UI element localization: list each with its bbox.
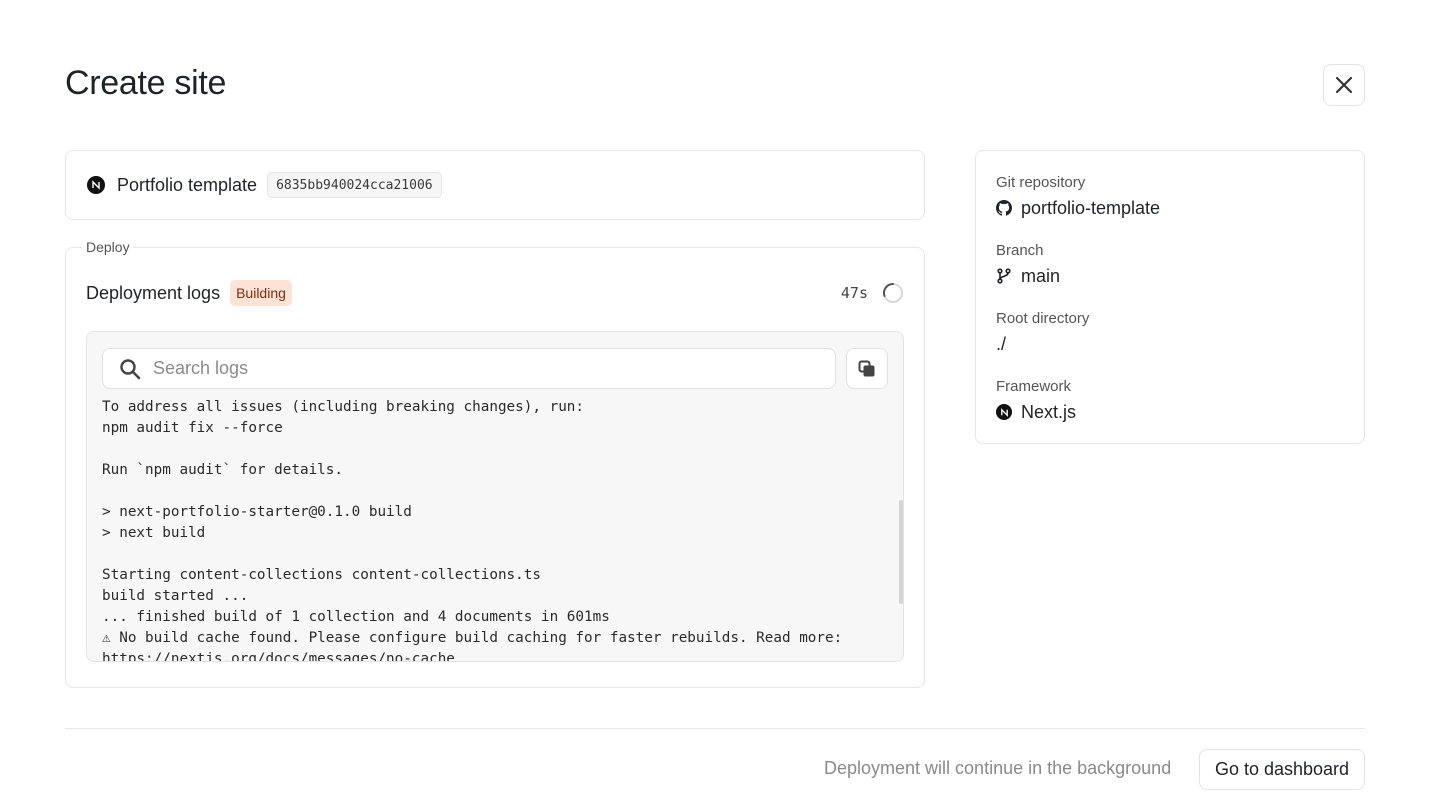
nextjs-icon [996,404,1012,420]
git-repository-value: portfolio-template [1021,197,1161,218]
log-line: https://nextjs.org/docs/messages/no-cach… [102,651,455,662]
status-badge: Building [230,280,292,306]
search-icon [120,358,141,379]
log-line: > next build [102,525,206,541]
template-hash: 6835bb940024cca21006 [267,172,442,198]
log-output: To address all issues (including breakin… [102,397,892,662]
github-icon [996,200,1012,216]
logs-title: Deployment logs [86,282,221,303]
go-to-dashboard-button[interactable]: Go to dashboard [1199,749,1365,790]
copy-logs-button[interactable] [846,348,888,389]
framework-field: Framework Next.js [996,377,1076,424]
framework-label: Framework [996,378,1072,395]
log-line: ... finished build of 1 collection and 4… [102,609,610,625]
elapsed-time: 47s [840,284,868,302]
log-panel: To address all issues (including breakin… [86,331,904,662]
deploy-legend: Deploy [82,239,134,255]
page-title: Create site [65,64,227,102]
git-repository-label: Git repository [996,174,1086,191]
close-button[interactable] [1323,64,1365,106]
template-card: Portfolio template 6835bb940024cca21006 [65,150,925,220]
search-input[interactable] [153,358,813,379]
log-line: npm audit fix --force [102,420,283,436]
close-icon [1335,76,1353,94]
create-site-dialog: Create site Portfolio template 6835bb940… [0,0,1440,810]
root-directory-value: ./ [996,333,1007,354]
branch-field: Branch main [996,241,1060,288]
log-scrollbar[interactable] [899,500,903,604]
search-box [102,348,836,389]
log-line: Run `npm audit` for details. [102,462,344,478]
log-line: ⚠ No build cache found. Please configure… [102,630,843,646]
git-branch-icon [996,268,1012,284]
loading-spinner-icon [883,282,903,303]
branch-value: main [1021,265,1061,286]
branch-label: Branch [996,242,1044,259]
nextjs-icon [87,176,105,194]
repository-info-card: Git repository portfolio-template Branch [975,150,1365,444]
background-note: Deployment will continue in the backgrou… [824,758,1172,778]
template-name: Portfolio template [117,174,258,195]
root-directory-label: Root directory [996,310,1090,327]
root-directory-field: Root directory ./ [996,309,1089,356]
framework-value: Next.js [1021,401,1077,422]
logs-header: Deployment logs Building 47s [86,280,904,306]
footer-divider [65,728,1365,729]
copy-icon [858,360,875,376]
git-repository-field: Git repository portfolio-template [996,173,1160,220]
log-line: > next-portfolio-starter@0.1.0 build [102,504,412,520]
log-line: To address all issues (including breakin… [102,399,585,415]
log-line: build started ... [102,588,249,604]
log-line: Starting content-collections content-col… [102,567,541,583]
